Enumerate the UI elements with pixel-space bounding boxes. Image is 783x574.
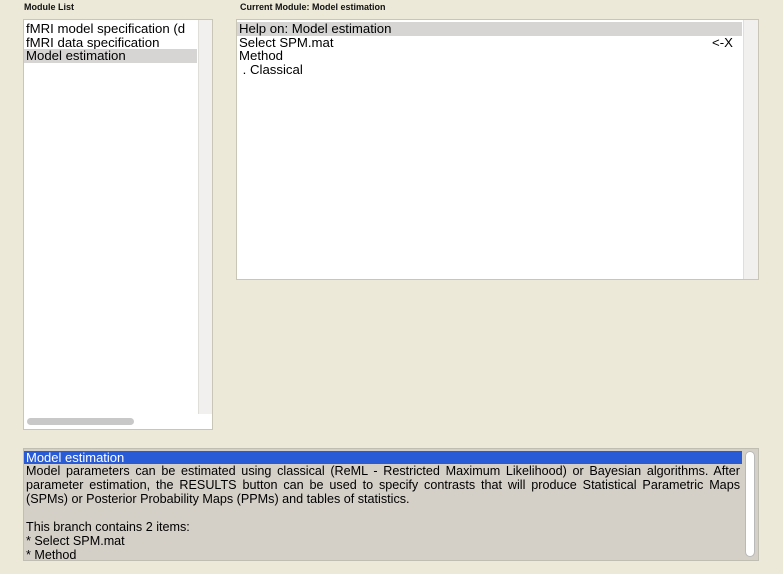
required-marker: <-X (712, 34, 733, 50)
current-module-item-select-spm-mat[interactable]: Select SPM.mat <-X (237, 34, 742, 50)
module-list-header: Module List (24, 2, 74, 12)
module-list-item-fmri-model-spec[interactable]: fMRI model specification (d (24, 22, 197, 36)
current-module-vertical-scrollbar[interactable] (743, 20, 758, 279)
help-vertical-scroll-thumb[interactable] (745, 451, 755, 557)
help-branch-text: This branch contains 2 items: (26, 520, 190, 534)
help-item-method: * Method (26, 548, 77, 561)
current-module-header: Current Module: Model estimation (240, 2, 386, 12)
current-module-item-help[interactable]: Help on: Model estimation (237, 22, 742, 36)
module-list-horizontal-scrollbar[interactable] (24, 414, 212, 429)
module-list-item-model-estimation[interactable]: Model estimation (24, 49, 197, 63)
help-title: Model estimation (24, 451, 742, 464)
help-item-select-spm-mat: * Select SPM.mat (26, 534, 125, 548)
help-body: Model parameters can be estimated using … (26, 464, 740, 506)
current-module-item-classical-label: . Classical (239, 61, 303, 77)
current-module-list[interactable]: Help on: Model estimation Select SPM.mat… (236, 19, 759, 280)
module-list-horizontal-scroll-thumb[interactable] (27, 418, 134, 425)
module-list-item-fmri-data-spec[interactable]: fMRI data specification (24, 35, 197, 50)
module-list[interactable]: fMRI model specification (d fMRI data sp… (23, 19, 213, 430)
help-panel: Model estimation Model parameters can be… (23, 448, 759, 561)
current-module-item-method[interactable]: Method (237, 49, 742, 63)
current-module-item-classical[interactable]: . Classical (237, 61, 742, 77)
module-list-vertical-scrollbar[interactable] (198, 20, 212, 414)
help-vertical-scrollbar[interactable] (743, 449, 758, 560)
